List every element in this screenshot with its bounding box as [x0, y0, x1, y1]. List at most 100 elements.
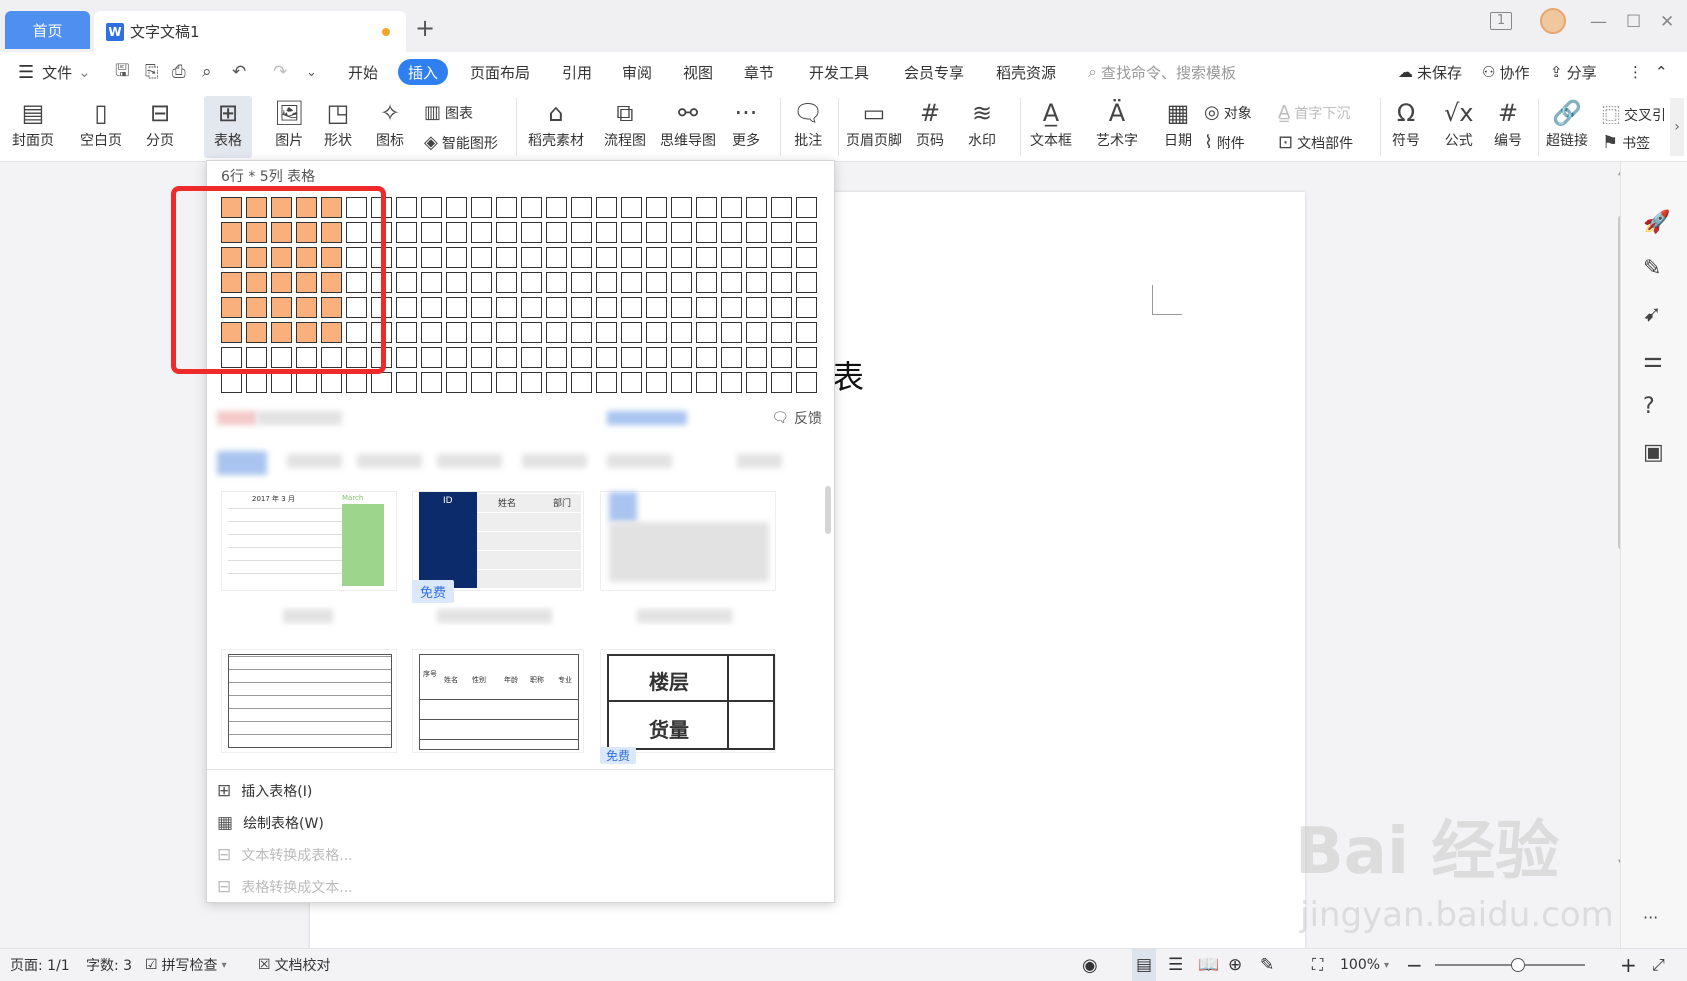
grid-cell[interactable] — [596, 222, 617, 243]
textbox-button[interactable]: A̲ 文本框 — [1030, 96, 1072, 150]
grid-cell[interactable] — [671, 347, 692, 368]
zoom-level[interactable]: 100% ▾ — [1340, 949, 1389, 981]
outline-view-icon[interactable]: ☰ — [1168, 949, 1183, 981]
fit-page-icon[interactable]: ⛶ — [1312, 949, 1323, 981]
date-button[interactable]: ▦ 日期 — [1164, 96, 1192, 150]
grid-cell[interactable] — [721, 197, 742, 218]
grid-cell[interactable] — [746, 372, 767, 393]
close-icon[interactable]: ✕ — [1660, 12, 1674, 32]
grid-cell[interactable] — [396, 247, 417, 268]
grid-cell[interactable] — [546, 222, 567, 243]
grid-cell[interactable] — [771, 222, 792, 243]
page-number-button[interactable]: # 页码 — [916, 96, 944, 150]
menu-developer[interactable]: 开发工具 — [809, 52, 869, 92]
grid-cell[interactable] — [571, 372, 592, 393]
grid-cell[interactable] — [721, 372, 742, 393]
grid-cell[interactable] — [621, 297, 642, 318]
grid-cell[interactable] — [621, 272, 642, 293]
menu-member[interactable]: 会员专享 — [904, 52, 964, 92]
grid-cell[interactable] — [796, 247, 817, 268]
grid-cell[interactable] — [521, 347, 542, 368]
grid-cell[interactable] — [446, 247, 467, 268]
dropcap-button[interactable]: A̳ 首字下沉 — [1278, 102, 1350, 123]
grid-cell[interactable] — [496, 372, 517, 393]
grid-cell[interactable] — [646, 272, 667, 293]
menu-insert[interactable]: 插入 — [398, 59, 449, 85]
grid-cell[interactable] — [396, 197, 417, 218]
menu-review[interactable]: 审阅 — [622, 52, 652, 92]
grid-cell[interactable] — [496, 247, 517, 268]
dropdown-scrollbar[interactable] — [825, 486, 831, 534]
grid-cell[interactable] — [646, 297, 667, 318]
menu-view[interactable]: 视图 — [683, 52, 713, 92]
window-count-icon[interactable]: 1 — [1490, 12, 1512, 30]
template-staff-table[interactable]: 序号 姓名 性别 年龄 职称 专业 — [412, 649, 584, 753]
object-button[interactable]: ◎ 对象 — [1204, 102, 1252, 123]
grid-cell[interactable] — [496, 347, 517, 368]
grid-cell[interactable] — [496, 297, 517, 318]
tab-document[interactable]: W 文字文稿1 — [94, 11, 406, 52]
grid-cell[interactable] — [521, 372, 542, 393]
zoom-in-icon[interactable]: + — [1620, 949, 1637, 981]
grid-cell[interactable] — [496, 197, 517, 218]
grid-cell[interactable] — [421, 247, 442, 268]
grid-cell[interactable] — [496, 222, 517, 243]
grid-cell[interactable] — [571, 247, 592, 268]
grid-cell[interactable] — [671, 247, 692, 268]
grid-cell[interactable] — [621, 247, 642, 268]
grid-cell[interactable] — [696, 222, 717, 243]
grid-cell[interactable] — [421, 322, 442, 343]
grid-cell[interactable] — [721, 247, 742, 268]
grid-cell[interactable] — [721, 347, 742, 368]
page-view-icon[interactable]: ▤ — [1132, 949, 1157, 981]
minimize-icon[interactable]: — — [1590, 12, 1607, 32]
grid-cell[interactable] — [321, 372, 342, 393]
grid-cell[interactable] — [671, 322, 692, 343]
material-icon[interactable]: ▣ — [1643, 440, 1664, 465]
grid-cell[interactable] — [696, 322, 717, 343]
smart-shape-button[interactable]: ◈ 智能图形 — [424, 132, 498, 153]
grid-cell[interactable] — [646, 372, 667, 393]
blurred-tab[interactable] — [357, 454, 422, 468]
flowchart-button[interactable]: ⧉ 流程图 — [604, 96, 646, 150]
grid-cell[interactable] — [796, 297, 817, 318]
grid-cell[interactable] — [621, 347, 642, 368]
more-dots-icon[interactable]: ··· — [1643, 908, 1658, 927]
print-preview-icon[interactable]: ⌕ — [202, 52, 212, 92]
grid-cell[interactable] — [646, 322, 667, 343]
attachment-button[interactable]: ⌇ 附件 — [1204, 132, 1245, 153]
grid-cell[interactable] — [471, 197, 492, 218]
grid-cell[interactable] — [771, 247, 792, 268]
grid-cell[interactable] — [571, 347, 592, 368]
ribbon-scroll-right-icon[interactable]: › — [1670, 98, 1684, 156]
grid-cell[interactable] — [771, 372, 792, 393]
grid-cell[interactable] — [696, 197, 717, 218]
grid-cell[interactable] — [546, 372, 567, 393]
grid-cell[interactable] — [596, 297, 617, 318]
template-project-list[interactable] — [221, 649, 397, 753]
grid-cell[interactable] — [746, 347, 767, 368]
blurred-tab[interactable] — [737, 454, 782, 468]
doc-parts-button[interactable]: ⊡ 文档部件 — [1278, 132, 1353, 153]
grid-cell[interactable] — [546, 272, 567, 293]
grid-cell[interactable] — [571, 322, 592, 343]
grid-cell[interactable] — [796, 347, 817, 368]
comment-button[interactable]: 🗨 批注 — [793, 96, 823, 150]
file-menu[interactable]: ☰ 文件 ⌄ — [18, 52, 91, 92]
grid-cell[interactable] — [546, 347, 567, 368]
document-text[interactable]: 表 — [832, 352, 864, 398]
unsaved-button[interactable]: ☁ 未保存 — [1398, 52, 1462, 92]
grid-cell[interactable] — [446, 372, 467, 393]
grid-cell[interactable] — [646, 222, 667, 243]
quick-access-dropdown-icon[interactable]: ⌄ — [306, 52, 317, 92]
zoom-out-icon[interactable]: − — [1406, 949, 1423, 981]
docer-material-button[interactable]: ⌂ 稻壳素材 — [528, 96, 584, 150]
grid-cell[interactable] — [596, 372, 617, 393]
picture-button[interactable]: 🖼 图片 — [274, 96, 304, 150]
bookmark-button[interactable]: ⚑ 书签 — [1602, 132, 1650, 153]
grid-cell[interactable] — [396, 322, 417, 343]
grid-cell[interactable] — [596, 272, 617, 293]
grid-cell[interactable] — [221, 372, 242, 393]
grid-cell[interactable] — [671, 297, 692, 318]
grid-cell[interactable] — [546, 197, 567, 218]
